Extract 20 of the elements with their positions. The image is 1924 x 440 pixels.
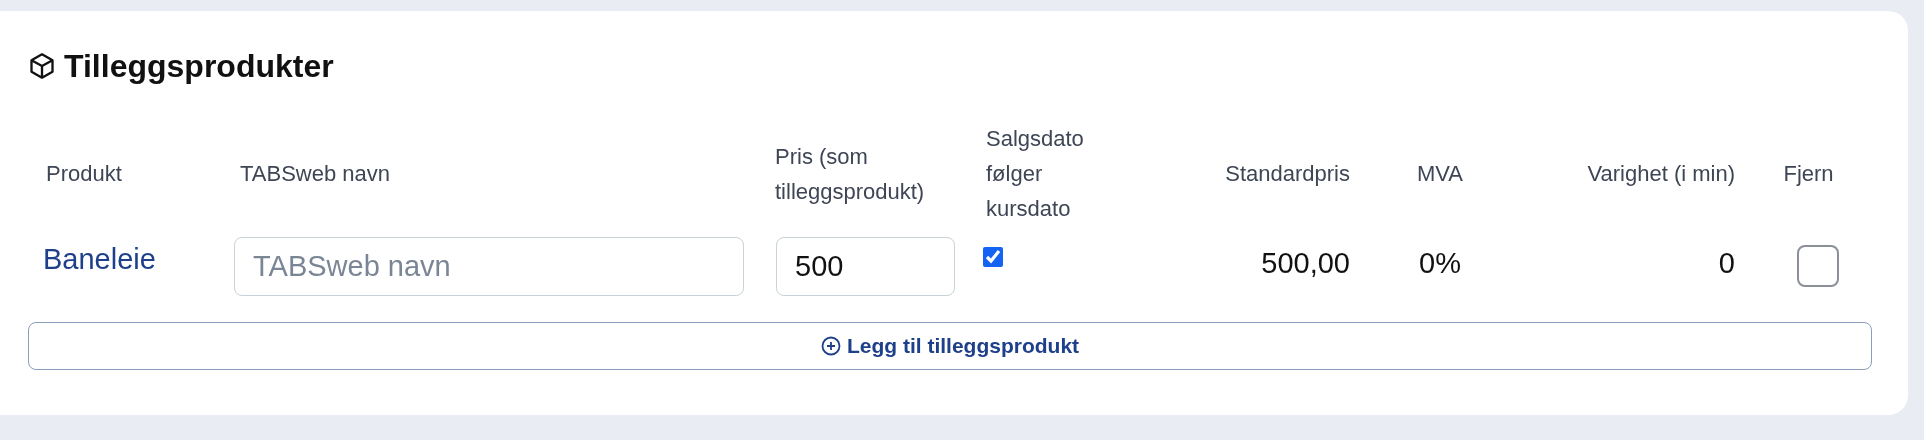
duration-text: 0 (1718, 246, 1735, 282)
remove-checkbox[interactable] (1796, 245, 1839, 287)
checkbox[interactable] (983, 247, 1003, 267)
column-header: MVA (1416, 160, 1463, 188)
column-header: Produkt (46, 160, 122, 188)
section-title: Tilleggsprodukter (64, 49, 334, 83)
name-input-field[interactable]: TABSweb navn (234, 236, 744, 296)
column-header: Standardpris (1225, 160, 1350, 188)
add-product-button[interactable]: Legg til tilleggsprodukt (28, 322, 1872, 370)
cube-icon (28, 52, 56, 80)
standard-price-text: 500,00 (1261, 246, 1350, 282)
product-link[interactable]: Baneleie (28, 238, 156, 282)
column-header: Salgsdato følger kursdato (986, 125, 1085, 223)
column-header: Varighet (i min) (1587, 160, 1735, 188)
vat-text: 0% (1419, 246, 1461, 282)
column-header: TABSweb navn (240, 160, 390, 188)
column-header: Fjern (1783, 160, 1834, 188)
plus-circle-icon (820, 336, 841, 356)
column-header: Pris (som tilleggsprodukt) (775, 142, 926, 206)
price-input-field[interactable]: 500 (776, 236, 955, 296)
